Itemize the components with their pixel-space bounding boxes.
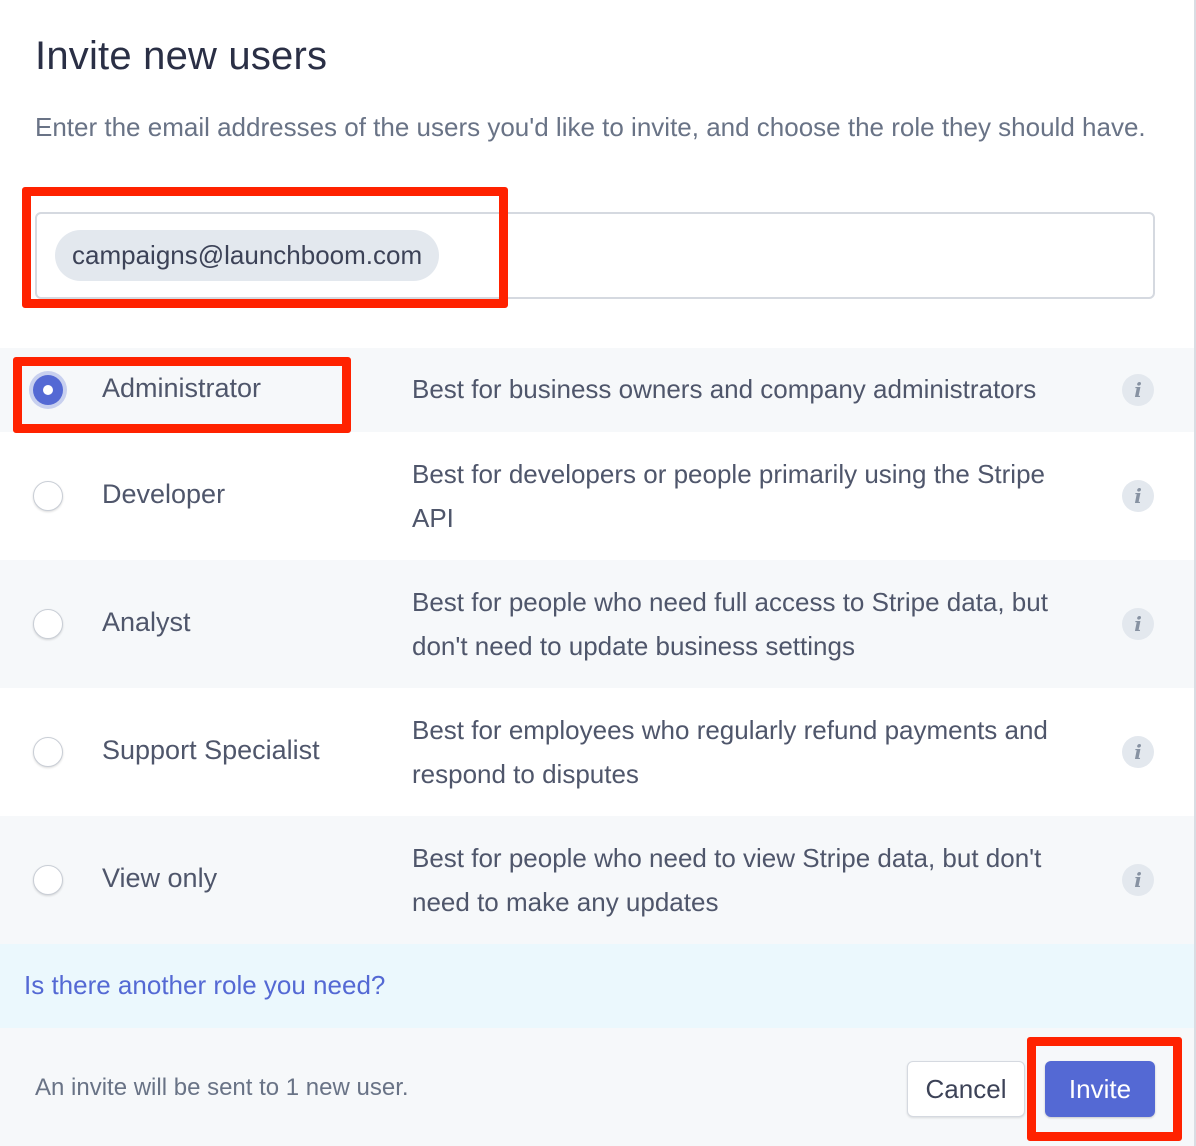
- role-radio-support-specialist[interactable]: [33, 737, 63, 767]
- info-icon[interactable]: i: [1122, 374, 1154, 406]
- email-chip[interactable]: campaigns@launchboom.com: [55, 230, 440, 281]
- info-icon[interactable]: i: [1122, 480, 1154, 512]
- another-role-link[interactable]: Is there another role you need?: [24, 970, 385, 1001]
- info-icon[interactable]: i: [1122, 736, 1154, 768]
- role-option-support-specialist[interactable]: Support Specialist Best for employees wh…: [0, 688, 1194, 816]
- role-name: Analyst: [102, 607, 191, 637]
- role-list: Administrator Best for business owners a…: [0, 348, 1194, 944]
- dialog-subtitle: Enter the email addresses of the users y…: [35, 112, 1146, 142]
- role-option-analyst[interactable]: Analyst Best for people who need full ac…: [0, 560, 1194, 688]
- invite-count-note: An invite will be sent to 1 new user.: [35, 1074, 409, 1101]
- role-description: Best for people who need full access to …: [412, 587, 1048, 661]
- role-radio-view-only[interactable]: [33, 865, 63, 895]
- help-banner: Is there another role you need?: [0, 944, 1194, 1028]
- role-name: View only: [102, 863, 218, 893]
- role-option-developer[interactable]: Developer Best for developers or people …: [0, 432, 1194, 560]
- invite-users-dialog: Invite new users Enter the email address…: [0, 0, 1196, 1146]
- invite-button[interactable]: Invite: [1045, 1061, 1155, 1117]
- role-description: Best for people who need to view Stripe …: [412, 843, 1042, 917]
- role-name: Support Specialist: [102, 735, 320, 765]
- role-radio-developer[interactable]: [33, 481, 63, 511]
- info-icon[interactable]: i: [1122, 608, 1154, 640]
- role-name: Developer: [102, 479, 226, 509]
- role-name: Administrator: [102, 373, 262, 403]
- role-option-view-only[interactable]: View only Best for people who need to vi…: [0, 816, 1194, 944]
- role-radio-administrator[interactable]: [33, 375, 63, 405]
- dialog-footer: An invite will be sent to 1 new user. Ca…: [0, 1028, 1194, 1146]
- role-radio-analyst[interactable]: [33, 609, 63, 639]
- dialog-title: Invite new users: [35, 34, 328, 78]
- role-description: Best for developers or people primarily …: [412, 459, 1045, 533]
- cancel-button[interactable]: Cancel: [907, 1061, 1025, 1117]
- role-option-administrator[interactable]: Administrator Best for business owners a…: [0, 348, 1194, 432]
- role-description: Best for business owners and company adm…: [412, 374, 1037, 404]
- info-icon[interactable]: i: [1122, 864, 1154, 896]
- role-description: Best for employees who regularly refund …: [412, 715, 1048, 789]
